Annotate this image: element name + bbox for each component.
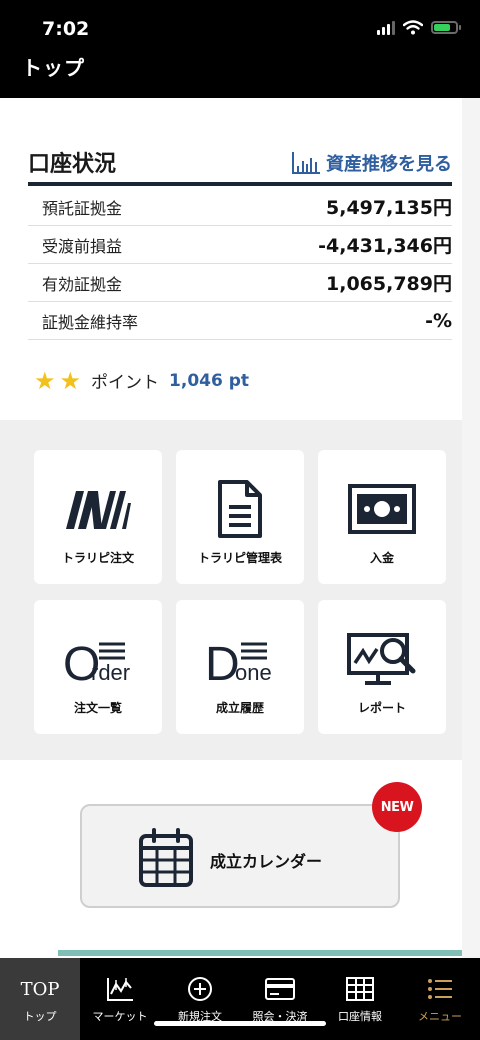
status-icons [377, 20, 461, 35]
divider [28, 182, 452, 186]
plus-circle-icon [187, 974, 213, 1004]
signal-icon [377, 20, 395, 35]
points-label: ポイント [91, 373, 160, 393]
status-time: 7:02 [42, 18, 90, 40]
nav-top[interactable]: TOP トップ [0, 958, 80, 1040]
document-icon [176, 476, 304, 542]
account-rows: 預託証拠金 5,497,135円 受渡前損益 -4,431,346円 有効証拠金… [28, 188, 452, 340]
nav-menu[interactable]: メニュー [400, 958, 480, 1040]
tile-deposit[interactable]: 入金 [318, 450, 446, 584]
top-bar: 7:02 トップ [0, 0, 480, 98]
report-magnifier-icon [318, 626, 446, 692]
done-history-icon: D one [176, 626, 304, 692]
tile-execution-history[interactable]: D one 成立履歴 [176, 600, 304, 734]
calendar-icon [139, 828, 193, 887]
tile-label: レポート [357, 701, 406, 715]
new-badge: NEW [372, 782, 422, 832]
row-label: 有効証拠金 [42, 274, 123, 294]
tile-trarepi-manage[interactable]: トラリピ管理表 [176, 450, 304, 584]
nav-label: 口座情報 [338, 1010, 382, 1023]
row-value: 1,065,789円 [326, 273, 452, 295]
account-status-title: 口座状況 [28, 152, 117, 177]
asset-history-link[interactable]: 資産推移を見る [292, 150, 452, 176]
scroll-gutter [462, 98, 480, 958]
account-row-pending-pl: 受渡前損益 -4,431,346円 [28, 226, 452, 264]
account-row-deposit: 預託証拠金 5,497,135円 [28, 188, 452, 226]
row-label: 預託証拠金 [42, 198, 123, 218]
svg-text:rder: rder [91, 660, 130, 684]
home-indicator [154, 1021, 326, 1026]
divider [58, 950, 462, 956]
tile-label: 入金 [369, 551, 394, 565]
tile-label: 成立履歴 [215, 701, 264, 715]
asset-history-label: 資産推移を見る [326, 154, 452, 175]
bottom-nav: TOP トップ マーケット 新規注文 照会・決済 口座情報 メニュー [0, 958, 480, 1040]
star-icon: ★ [59, 366, 82, 395]
order-list-icon: O rder [34, 626, 162, 692]
page-title: トップ [22, 56, 85, 80]
bar-chart-icon [292, 152, 320, 174]
account-status-panel: 口座状況 資産推移を見る 預託証拠金 5,497,135円 受渡前損益 -4,4… [0, 98, 462, 420]
trarepi-logo-icon [34, 476, 162, 542]
row-label: 受渡前損益 [42, 236, 123, 256]
svg-text:one: one [235, 660, 272, 684]
nav-new-order[interactable]: 新規注文 [160, 958, 240, 1040]
tile-trarepi-order[interactable]: トラリピ注文 [34, 450, 162, 584]
card-icon [265, 974, 295, 1004]
points-value: 1,046 pt [169, 370, 250, 391]
points-summary: ★ ★ ポイント 1,046 pt [34, 366, 250, 395]
nav-label: メニュー [418, 1010, 462, 1023]
nav-inquiry-settlement[interactable]: 照会・決済 [240, 958, 320, 1040]
top-icon: TOP [20, 978, 60, 1000]
nav-label: トップ [23, 1010, 57, 1023]
tile-report[interactable]: レポート [318, 600, 446, 734]
calendar-label: 成立カレンダー [210, 852, 323, 871]
function-grid: トラリピ注文 トラリピ管理表 入金 O rder 注文一覧 D one 成立履歴… [0, 420, 462, 760]
nav-label: マーケット [92, 1010, 148, 1023]
battery-icon [431, 21, 461, 34]
menu-list-icon [427, 974, 453, 1004]
row-value: 5,497,135円 [326, 197, 452, 219]
tile-label: トラリピ管理表 [197, 551, 282, 565]
account-row-effective-margin: 有効証拠金 1,065,789円 [28, 264, 452, 302]
tile-order-list[interactable]: O rder 注文一覧 [34, 600, 162, 734]
tile-label: トラリピ注文 [61, 551, 134, 565]
star-icon: ★ [34, 366, 56, 395]
nav-account-info[interactable]: 口座情報 [320, 958, 400, 1040]
nav-market[interactable]: マーケット [80, 958, 160, 1040]
account-row-margin-ratio: 証拠金維持率 -% [28, 302, 452, 340]
market-chart-icon [106, 974, 134, 1004]
banknote-icon [318, 476, 446, 542]
tile-label: 注文一覧 [73, 701, 122, 715]
wifi-icon [403, 20, 423, 35]
table-icon [346, 974, 374, 1004]
row-value: -4,431,346円 [318, 235, 452, 257]
row-value: -% [425, 309, 452, 332]
execution-calendar-button[interactable]: 成立カレンダー [80, 804, 400, 908]
row-label: 証拠金維持率 [42, 312, 139, 332]
